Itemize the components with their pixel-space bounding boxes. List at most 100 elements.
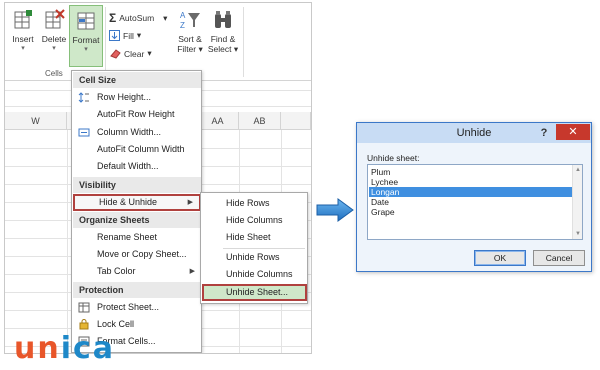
logo-part-ica: ica: [60, 331, 116, 366]
insert-label: Insert: [12, 34, 34, 44]
menu-item-protect-sheet[interactable]: Protect Sheet...: [73, 299, 201, 316]
scroll-up-icon[interactable]: ▲: [575, 167, 581, 173]
svg-text:Z: Z: [180, 21, 185, 30]
lock-cell-label: Lock Cell: [97, 319, 135, 329]
delete-caret-icon: ▾: [52, 45, 56, 52]
sort-filter-caret-icon: ▾: [198, 44, 203, 54]
menu-item-rename-sheet[interactable]: Rename Sheet: [73, 229, 201, 246]
autosum-caret-icon: ▾: [163, 12, 168, 23]
find-select-button[interactable]: Find & Select ▾: [207, 9, 239, 54]
dialog-titlebar[interactable]: Unhide ? ✕: [357, 123, 591, 143]
autosum-button[interactable]: Σ AutoSum ▾: [109, 11, 167, 25]
scroll-down-icon[interactable]: ▼: [575, 231, 581, 237]
submenu-arrow-icon: ▶: [189, 268, 195, 275]
list-item[interactable]: Plum: [369, 167, 573, 177]
format-cells-icon: [77, 12, 95, 30]
help-icon[interactable]: ?: [537, 125, 551, 141]
submenu-item-hide-sheet[interactable]: Hide Sheet: [202, 229, 307, 246]
clear-caret-icon: ▾: [147, 48, 152, 58]
column-header-ab[interactable]: AB: [239, 112, 281, 130]
binoculars-icon: [215, 11, 231, 28]
menu-item-tab-color[interactable]: Tab Color ▶: [73, 263, 201, 280]
sort-filter-icon: A Z: [180, 11, 200, 30]
eraser-icon: [110, 49, 121, 59]
fill-down-icon: [109, 30, 120, 41]
column-header-next[interactable]: [281, 112, 311, 130]
submenu-item-hide-rows[interactable]: Hide Rows: [202, 195, 307, 212]
sort-filter-label-2: Filter: [177, 44, 197, 54]
autofit-row-height-label: AutoFit Row Height: [97, 109, 175, 119]
row-height-icon: [78, 92, 89, 103]
close-button[interactable]: ✕: [556, 124, 590, 140]
listbox-scrollbar[interactable]: ▲ ▼: [572, 165, 582, 239]
hide-unhide-submenu: Hide Rows Hide Columns Hide Sheet Unhide…: [200, 192, 308, 304]
sort-filter-label-1: Sort &: [178, 34, 202, 44]
svg-text:A: A: [180, 11, 186, 20]
menu-item-hide-unhide[interactable]: Hide & Unhide ▶: [73, 194, 201, 211]
menu-item-column-width[interactable]: Column Width...: [73, 124, 201, 141]
fill-caret-icon: ▾: [136, 30, 142, 40]
visibility-header: Visibility: [73, 177, 201, 193]
rename-sheet-label: Rename Sheet: [97, 232, 158, 242]
hide-unhide-label: Hide & Unhide: [99, 197, 158, 207]
fill-button[interactable]: Fill ▾: [109, 30, 141, 41]
sheet-listbox[interactable]: Plum Lychee Longan Date Grape ▲ ▼: [367, 164, 583, 240]
unhide-sheet-label: Unhide sheet:: [367, 153, 420, 163]
list-item[interactable]: Date: [369, 197, 573, 207]
protection-header: Protection: [73, 282, 201, 298]
lock-icon: [79, 319, 89, 330]
move-copy-sheet-label: Move or Copy Sheet...: [97, 249, 187, 259]
right-arrow-icon: [316, 198, 354, 222]
cancel-button[interactable]: Cancel: [533, 250, 585, 266]
clear-button[interactable]: Clear ▾: [109, 48, 152, 59]
default-width-label: Default Width...: [97, 161, 159, 171]
list-item[interactable]: Lychee: [369, 177, 573, 187]
group-divider: [243, 7, 244, 77]
organize-sheets-header: Organize Sheets: [73, 212, 201, 228]
format-dropdown-menu: Cell Size Row Height... AutoFit Row Heig…: [71, 70, 202, 353]
list-item[interactable]: Grape: [369, 207, 573, 217]
format-label: Format: [72, 35, 100, 45]
row-height-label: Row Height...: [97, 92, 152, 102]
column-header-aa[interactable]: AA: [197, 112, 239, 130]
menu-item-default-width[interactable]: Default Width...: [73, 158, 201, 175]
insert-button[interactable]: Insert ▾: [9, 9, 37, 54]
grid-line: [67, 130, 68, 353]
insert-cells-icon: [14, 10, 32, 29]
cells-group-label: Cells: [45, 69, 63, 78]
submenu-arrow-icon: ▶: [187, 199, 193, 206]
submenu-item-hide-columns[interactable]: Hide Columns: [202, 212, 307, 229]
tab-color-label: Tab Color: [97, 266, 136, 276]
autofit-column-width-label: AutoFit Column Width: [97, 144, 185, 154]
ok-button[interactable]: OK: [474, 250, 526, 266]
delete-cells-icon: [45, 9, 65, 29]
format-button[interactable]: Format ▾: [69, 5, 103, 67]
protect-sheet-icon: [78, 302, 90, 313]
delete-button[interactable]: Delete ▾: [39, 9, 69, 54]
excel-window: Insert ▾ Delete ▾ Format ▾ Cells Σ AutoS…: [4, 2, 312, 354]
sort-filter-button[interactable]: A Z Sort & Filter ▾: [175, 9, 205, 54]
submenu-item-unhide-sheet[interactable]: Unhide Sheet...: [202, 284, 307, 301]
unhide-dialog: Unhide ? ✕ Unhide sheet: Plum Lychee Lon…: [356, 122, 592, 272]
find-select-label-1: Find &: [210, 34, 236, 44]
menu-item-move-copy-sheet[interactable]: Move or Copy Sheet...: [73, 246, 201, 263]
column-width-icon: [78, 128, 90, 137]
menu-item-row-height[interactable]: Row Height...: [73, 89, 201, 106]
group-divider: [105, 7, 106, 77]
insert-caret-icon: ▾: [21, 45, 25, 52]
submenu-item-unhide-columns[interactable]: Unhide Columns: [202, 266, 307, 283]
cell-size-header: Cell Size: [73, 72, 201, 88]
format-caret-icon: ▾: [84, 46, 88, 53]
find-select-caret-icon: ▾: [233, 44, 239, 54]
menu-item-autofit-row-height[interactable]: AutoFit Row Height: [73, 106, 201, 123]
submenu-item-unhide-rows[interactable]: Unhide Rows: [202, 249, 307, 266]
autosum-icon: Σ: [109, 11, 117, 25]
delete-label: Delete: [41, 34, 67, 44]
find-select-label-2: Select: [207, 44, 232, 54]
menu-item-autofit-column-width[interactable]: AutoFit Column Width: [73, 141, 201, 158]
protect-sheet-label: Protect Sheet...: [97, 302, 160, 312]
list-item-selected[interactable]: Longan: [369, 187, 573, 197]
column-width-label: Column Width...: [97, 127, 162, 137]
autosum-label: AutoSum: [119, 13, 155, 23]
column-header-w[interactable]: W: [5, 112, 67, 130]
